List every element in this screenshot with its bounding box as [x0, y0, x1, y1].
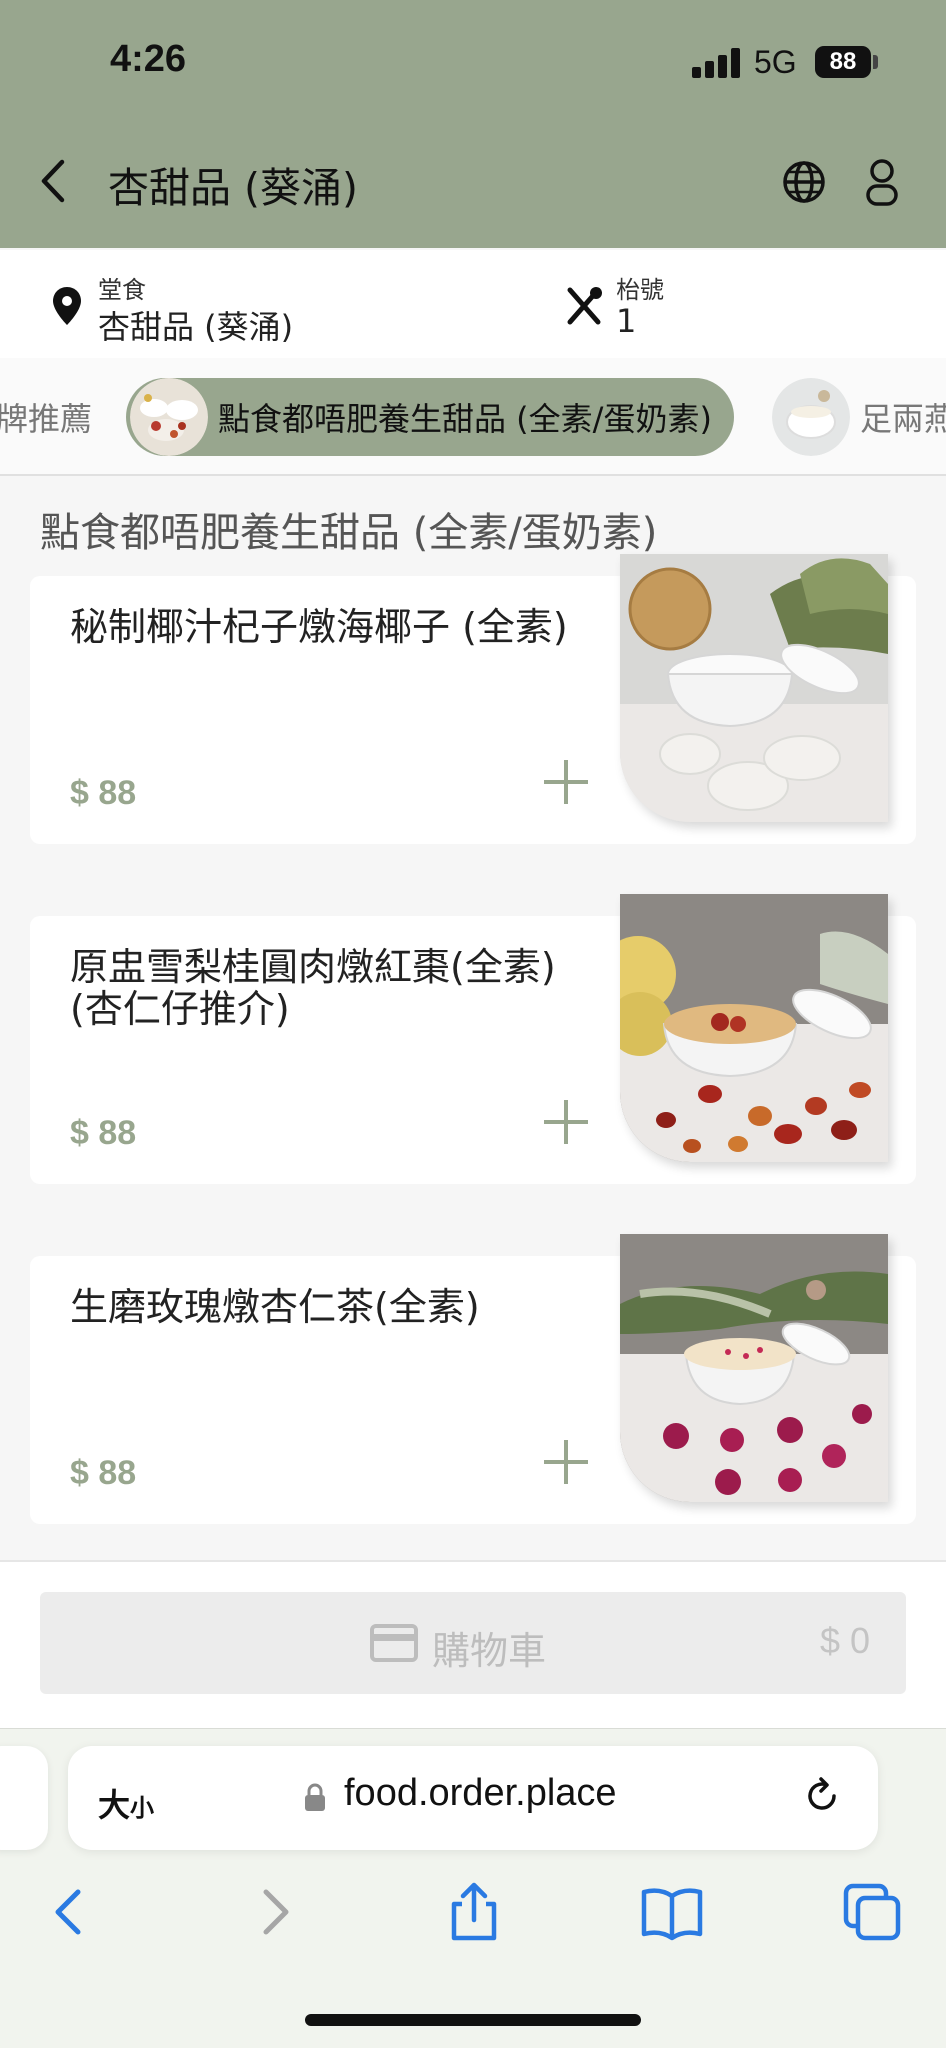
share-icon[interactable] [442, 1880, 506, 1944]
category-tab-label: 點食都唔肥養生甜品 (全素/蛋奶素) [218, 400, 712, 438]
text-size-small: 小 [130, 1794, 155, 1822]
text-size-large: 大 [98, 1786, 131, 1824]
category-thumbnail [130, 378, 208, 456]
forward-icon[interactable] [242, 1880, 306, 1944]
category-tabs: 牌推薦 點食都唔肥養生甜品 (全素/蛋奶素) 足兩燕 [0, 358, 946, 476]
battery-icon: 88 [815, 46, 871, 78]
dine-mode-label: 堂食 [98, 276, 146, 304]
globe-icon [783, 161, 825, 203]
product-price: $ 88 [70, 774, 137, 812]
store-name: 杏甜品 (葵涌) [98, 308, 294, 346]
cutlery-icon [567, 287, 602, 325]
product-card[interactable]: 生磨玫瑰燉杏仁茶(全素) $ 88 [30, 1234, 916, 1524]
location-pin-icon [53, 287, 81, 325]
category-thumbnail [772, 378, 850, 456]
add-to-cart-button[interactable] [540, 756, 592, 808]
address-bar[interactable]: 大小 food.order.place [68, 1746, 878, 1850]
bookmarks-icon[interactable] [640, 1880, 704, 1944]
cart-total: $ 0 [819, 1620, 870, 1661]
battery-tip [873, 55, 878, 69]
status-time: 4:26 [110, 38, 187, 80]
product-card[interactable]: 秘制椰汁杞子燉海椰子 (全素) $ 88 [30, 554, 916, 844]
cart-button[interactable]: 購物車 $ 0 [40, 1592, 906, 1694]
credit-card-icon [370, 1624, 418, 1662]
user-icon [866, 159, 898, 206]
url-text: food.order.place [344, 1772, 617, 1814]
previous-tab-peek[interactable] [0, 1746, 48, 1850]
product-name: 生磨玫瑰燉杏仁茶(全素) [70, 1285, 480, 1329]
network-type: 5G [754, 44, 797, 80]
category-tab-label: 牌推薦 [0, 400, 93, 438]
add-to-cart-button[interactable] [540, 1436, 592, 1488]
lock-icon [305, 1783, 325, 1811]
table-number: 1 [616, 302, 637, 340]
account-button[interactable] [862, 156, 902, 208]
add-to-cart-button[interactable] [540, 1096, 592, 1148]
category-tab-label: 足兩燕 [860, 400, 946, 438]
cart-label: 購物車 [432, 1629, 547, 1673]
category-tab-birds-nest[interactable]: 足兩燕 [772, 378, 946, 456]
product-image [620, 894, 888, 1162]
text-size-button[interactable]: 大小 [98, 1780, 154, 1826]
product-name: 秘制椰汁杞子燉海椰子 (全素) [70, 605, 568, 649]
page-title: 杏甜品 (葵涌) [108, 164, 359, 212]
section-title: 點食都唔肥養生甜品 (全素/蛋奶素) [40, 510, 658, 556]
signal-icon [692, 48, 740, 78]
table-number-label: 枱號 [616, 276, 664, 304]
tabs-icon[interactable] [840, 1880, 904, 1944]
product-price: $ 88 [70, 1454, 137, 1492]
category-tab-healthy-desserts[interactable]: 點食都唔肥養生甜品 (全素/蛋奶素) [126, 378, 734, 456]
product-image [620, 554, 888, 822]
product-price: $ 88 [70, 1114, 137, 1152]
category-tab-recommended[interactable]: 牌推薦 [0, 378, 92, 456]
back-icon[interactable] [38, 1880, 102, 1944]
language-button[interactable] [780, 158, 828, 206]
product-image [620, 1234, 888, 1502]
product-card[interactable]: 原盅雪梨桂圓肉燉紅棗(全素) (杏仁仔推介) $ 88 [30, 894, 916, 1184]
chevron-left-icon [41, 159, 65, 203]
home-indicator [305, 2014, 641, 2026]
product-name: 原盅雪梨桂圓肉燉紅棗(全素) (杏仁仔推介) [70, 945, 556, 1031]
back-button[interactable] [34, 156, 74, 206]
reload-icon[interactable] [800, 1774, 844, 1818]
